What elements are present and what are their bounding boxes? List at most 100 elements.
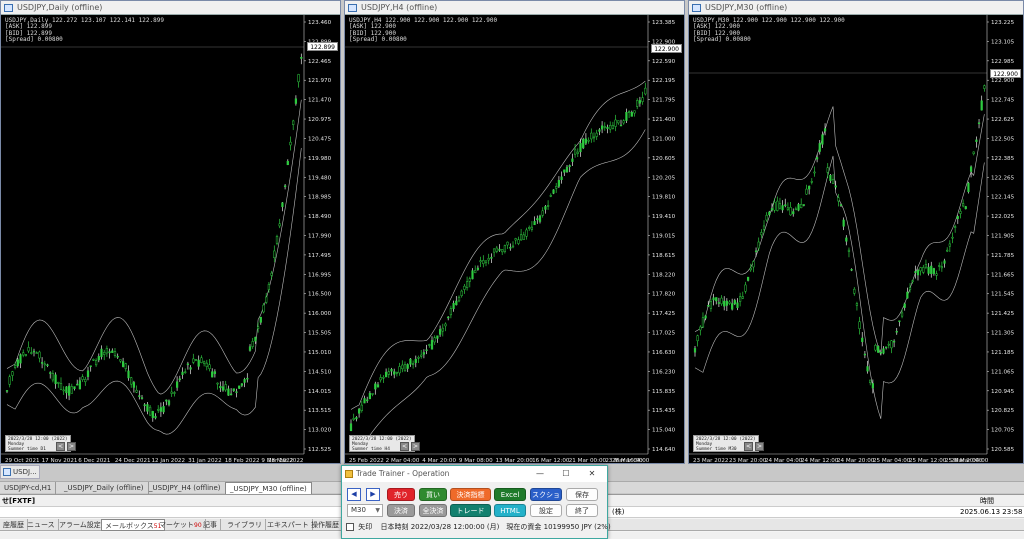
bullish-candle xyxy=(749,267,752,271)
chart-window-daily[interactable]: USDJPY,Daily (offline) 123.460 122.899 122… xyxy=(0,0,341,464)
bearish-candle xyxy=(89,365,92,367)
settle-button[interactable]: 決済 xyxy=(387,504,415,517)
arrow-checkbox-label: 矢印 xyxy=(358,523,373,531)
bearish-candle xyxy=(600,125,604,130)
bollinger-upper-band xyxy=(694,106,985,355)
price-tick-label: 120.475 xyxy=(308,136,332,142)
dialog-titlebar[interactable]: Trade Trainer - Operation — ☐ ✕ xyxy=(342,466,607,482)
excel-button[interactable]: Excel xyxy=(494,488,526,501)
settings-button[interactable]: 設定 xyxy=(530,504,562,517)
bullish-candle xyxy=(805,188,808,195)
mini-prev-button[interactable]: < xyxy=(56,442,65,451)
bullish-candle xyxy=(119,359,122,362)
bullish-candle xyxy=(59,382,63,390)
close-icon[interactable]: ✕ xyxy=(579,466,605,482)
chart-tab-daily[interactable]: _USDJPY_Daily (offline) xyxy=(60,482,149,494)
exit-button[interactable]: 終了 xyxy=(566,504,598,517)
bearish-candle xyxy=(509,247,512,249)
bollinger-upper-band xyxy=(6,99,302,395)
bullish-candle xyxy=(22,352,25,356)
chart-tab-m30[interactable]: _USDJPY_M30 (offline) xyxy=(225,482,312,494)
terminal-tab-market[interactable]: マーケット90 xyxy=(156,519,206,531)
chart-window-titlebar[interactable]: USDJPY,M30 (offline) xyxy=(689,1,1023,15)
bullish-candle xyxy=(411,363,415,365)
terminal-tab-library[interactable]: ライブラリ xyxy=(224,519,266,531)
minimize-icon[interactable]: — xyxy=(527,466,553,482)
mini-prev-button[interactable]: < xyxy=(744,442,753,451)
terminal-tab-articles[interactable]: 記事 xyxy=(200,519,221,531)
bearish-candle xyxy=(151,411,154,418)
maximize-icon[interactable]: ☐ xyxy=(553,466,579,482)
trade-button[interactable]: トレード xyxy=(450,504,491,517)
date-tick-label: 28 Mar 04:00 xyxy=(951,458,989,464)
chart-window-icon xyxy=(4,4,13,12)
chart-window-titlebar[interactable]: USDJPY,H4 (offline) xyxy=(345,1,684,15)
bullish-candle xyxy=(614,119,617,127)
step-back-button[interactable]: ◀ xyxy=(347,488,361,501)
step-forward-button[interactable]: ▶ xyxy=(366,488,380,501)
arrow-checkbox[interactable] xyxy=(346,523,354,531)
terminal-tab-alerts[interactable]: アラーム設定 xyxy=(56,519,105,531)
bullish-candle xyxy=(495,247,498,252)
sell-button[interactable]: 売り xyxy=(387,488,415,501)
mini-prev-button[interactable]: < xyxy=(400,442,409,451)
trade-trainer-dialog[interactable]: Trade Trainer - Operation — ☐ ✕ ◀ ▶ 売り 買… xyxy=(341,465,611,539)
price-tick-label: 116.995 xyxy=(308,272,332,278)
bullish-candle xyxy=(633,110,636,114)
price-tick-label: 117.425 xyxy=(652,311,676,317)
bullish-candle xyxy=(35,352,38,354)
close-order-button[interactable]: 決済指標 xyxy=(450,488,491,501)
price-tick-label: 121.000 xyxy=(652,136,676,142)
chart-window-titlebar[interactable]: USDJPY,Daily (offline) xyxy=(1,1,340,15)
bearish-candle xyxy=(956,216,959,219)
bearish-candle xyxy=(384,371,388,378)
terminal-tab-news[interactable]: ニュース xyxy=(24,519,59,531)
buy-button[interactable]: 買い xyxy=(419,488,447,501)
html-button[interactable]: HTML xyxy=(494,504,526,517)
price-tick-label: 120.605 xyxy=(652,156,676,162)
bullish-candle xyxy=(946,249,949,252)
settle-all-button[interactable]: 全決済 xyxy=(419,504,447,517)
bearish-candle xyxy=(980,100,983,111)
price-chart[interactable]: 123.385 122.900 122.590 122.195 121.795 121.4… xyxy=(345,15,684,464)
price-chart[interactable]: 123.460 122.899 122.465 121.970 121.470 120.9… xyxy=(1,15,340,464)
timeframe-select[interactable]: M30 ▼ xyxy=(347,504,383,517)
mini-next-button[interactable]: > xyxy=(755,442,764,451)
bullish-candle xyxy=(38,351,41,359)
chart-plot-area[interactable]: 123.385 122.900 122.590 122.195 121.795 121.4… xyxy=(345,15,684,464)
chart-window-m30[interactable]: USDJPY,M30 (offline) 123.225 123.105 122.9… xyxy=(688,0,1024,464)
chart-tab-h4[interactable]: _USDJPY_H4 (offline) xyxy=(145,482,226,494)
bullish-candle xyxy=(487,258,490,261)
bullish-candle xyxy=(463,285,466,290)
chart-window-h4[interactable]: USDJPY,H4 (offline) 123.385 122.900 122.59… xyxy=(344,0,685,464)
bullish-candle xyxy=(30,352,33,354)
chart-plot-area[interactable]: 123.225 123.105 122.985 122.900 122.745 122.6… xyxy=(689,15,1023,464)
mini-next-button[interactable]: > xyxy=(411,442,420,451)
bearish-candle xyxy=(552,189,555,194)
bullish-candle xyxy=(57,381,60,384)
bearish-candle xyxy=(802,204,805,206)
bullish-candle xyxy=(379,377,382,381)
chart-tab-h1[interactable]: USDJPY-cd,H1 xyxy=(0,482,57,494)
bullish-candle xyxy=(627,111,631,114)
chart-plot-area[interactable]: 123.460 122.899 122.465 121.970 121.470 120.9… xyxy=(1,15,340,464)
terminal-tab-journal[interactable]: 操作履歴 xyxy=(308,519,343,531)
bearish-candle xyxy=(368,392,372,400)
bullish-candle xyxy=(24,354,28,356)
bearish-candle xyxy=(879,351,882,354)
date-tick-label: 12 Jan 2022 xyxy=(152,458,186,464)
bullish-candle xyxy=(911,280,914,282)
minimized-chart-window[interactable]: USDJ... xyxy=(0,465,40,479)
bullish-candle xyxy=(511,245,515,248)
save-button[interactable]: 保存 xyxy=(566,488,598,501)
bullish-candle xyxy=(773,202,776,211)
terminal-tab-experts[interactable]: エキスパート xyxy=(264,519,313,531)
mini-next-button[interactable]: > xyxy=(67,442,76,451)
price-chart[interactable]: 123.225 123.105 122.985 122.900 122.745 122.6… xyxy=(689,15,1023,464)
bearish-candle xyxy=(903,303,906,308)
bearish-candle xyxy=(227,388,230,396)
price-tick-label: 123.225 xyxy=(991,20,1015,26)
bullish-candle xyxy=(890,340,893,349)
bullish-candle xyxy=(265,296,268,303)
screenshot-button[interactable]: スクショ xyxy=(530,488,562,501)
